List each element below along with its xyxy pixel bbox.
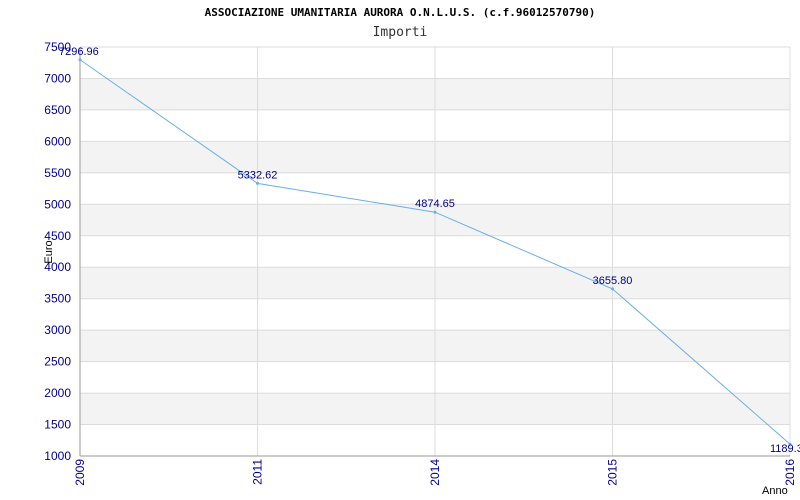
y-tick-label: 7000 (44, 71, 71, 85)
data-label: 7296.96 (59, 46, 99, 58)
data-point (256, 181, 259, 185)
y-tick-label: 5000 (44, 197, 71, 211)
y-tick-label: 6500 (44, 103, 71, 117)
data-point (78, 58, 82, 62)
x-tick-label: 2015 (606, 459, 620, 486)
y-tick-label: 6000 (44, 134, 71, 148)
line-chart: 1000150020002500300035004000450050005500… (43, 40, 800, 497)
chart-container: ASSOCIAZIONE UMANITARIA AURORA O.N.L.U.S… (0, 0, 800, 500)
x-tick-label: 2016 (783, 459, 797, 486)
data-point (611, 287, 614, 291)
data-label: 5332.62 (238, 169, 278, 181)
data-label: 3655.80 (593, 275, 633, 287)
data-label: 1189.3 (770, 443, 800, 455)
x-axis-title: Anno (762, 485, 788, 497)
y-tick-label: 1500 (44, 418, 71, 432)
y-tick-label: 1000 (44, 449, 71, 463)
y-tick-label: 3500 (44, 292, 71, 306)
x-tick-label: 2009 (73, 459, 87, 486)
y-axis-title: Euro (43, 240, 55, 263)
y-tick-label: 2500 (44, 355, 71, 369)
y-tick-label: 3000 (44, 323, 71, 337)
data-point (433, 210, 437, 214)
y-tick-label: 2000 (44, 386, 71, 400)
x-tick-label: 2011 (251, 459, 265, 485)
y-tick-label: 5500 (44, 166, 71, 180)
x-tick-label: 2014 (428, 459, 442, 486)
data-label: 4874.65 (415, 198, 455, 210)
